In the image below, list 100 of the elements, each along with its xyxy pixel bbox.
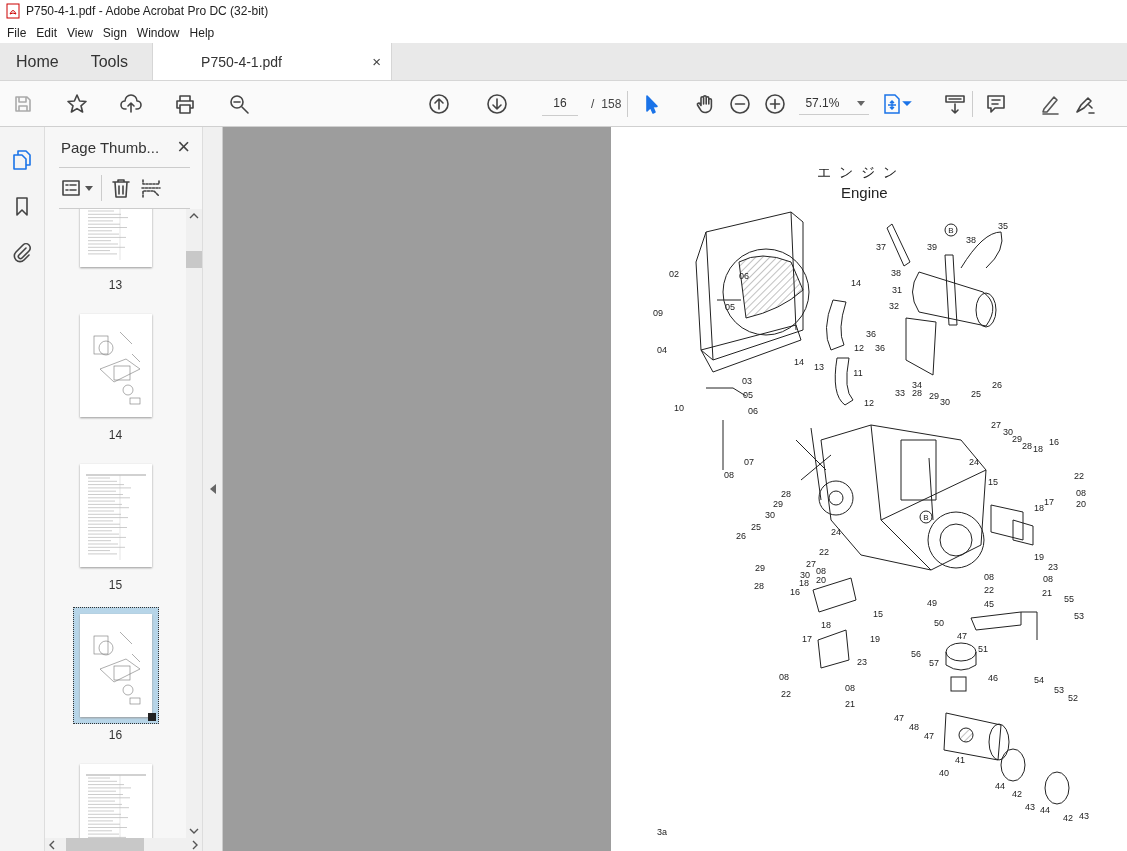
menu-item[interactable]: View bbox=[62, 25, 98, 40]
part-number: 08 bbox=[1043, 574, 1053, 584]
part-number: 34 bbox=[912, 380, 922, 390]
part-number: 23 bbox=[857, 657, 867, 667]
menu-item[interactable]: Sign bbox=[97, 25, 132, 40]
part-number: 55 bbox=[1064, 594, 1074, 604]
part-number: 52 bbox=[1068, 693, 1078, 703]
part-number: 44 bbox=[995, 781, 1005, 791]
part-number: 16 bbox=[790, 587, 800, 597]
part-number: 37 bbox=[876, 242, 886, 252]
part-number: 22 bbox=[781, 689, 791, 699]
menu-item[interactable]: Help bbox=[184, 25, 220, 40]
part-number: 33 bbox=[895, 388, 905, 398]
close-tab-button[interactable]: × bbox=[372, 53, 382, 70]
part-number: 56 bbox=[911, 649, 921, 659]
part-number: 44 bbox=[1040, 805, 1050, 815]
page-title: Engine bbox=[841, 184, 888, 201]
part-number: 49 bbox=[927, 598, 937, 608]
part-number: 06 bbox=[739, 271, 749, 281]
part-number: 17 bbox=[1044, 497, 1054, 507]
part-number: 26 bbox=[736, 531, 746, 541]
part-number: 40 bbox=[939, 768, 949, 778]
panel-title: Page Thumb... bbox=[61, 138, 160, 156]
part-number: 07 bbox=[744, 457, 754, 467]
part-number: 46 bbox=[988, 673, 998, 683]
part-number: 35 bbox=[998, 221, 1008, 231]
part-number: 31 bbox=[892, 285, 902, 295]
part-number: 12 bbox=[854, 343, 864, 353]
part-number: 12 bbox=[864, 398, 874, 408]
part-number: 47 bbox=[894, 713, 904, 723]
part-number: 54 bbox=[1034, 675, 1044, 685]
part-number: 36 bbox=[866, 329, 876, 339]
part-number: 38 bbox=[891, 268, 901, 278]
part-number: 18 bbox=[1034, 503, 1044, 513]
part-number: 45 bbox=[984, 599, 994, 609]
part-number: 47 bbox=[924, 731, 934, 741]
part-number: 28 bbox=[912, 388, 922, 398]
part-number: 19 bbox=[870, 634, 880, 644]
part-number: 09 bbox=[653, 308, 663, 318]
part-number: 29 bbox=[755, 563, 765, 573]
part-number: 28 bbox=[781, 489, 791, 499]
part-number: 21 bbox=[845, 699, 855, 709]
part-number: 51 bbox=[978, 644, 988, 654]
page-title-japanese: エ ン ジ ン bbox=[817, 164, 899, 182]
part-number: 04 bbox=[657, 345, 667, 355]
part-number: 08 bbox=[845, 683, 855, 693]
menu-item[interactable]: Edit bbox=[31, 25, 63, 40]
part-number: 16 bbox=[1049, 437, 1059, 447]
part-number: 29 bbox=[773, 499, 783, 509]
page-total: 158 bbox=[601, 96, 622, 111]
part-number: 22 bbox=[984, 585, 994, 595]
part-number: 06 bbox=[748, 406, 758, 416]
part-number: 14 bbox=[794, 357, 804, 367]
menu-item[interactable]: File bbox=[2, 25, 32, 40]
part-number: 28 bbox=[1022, 441, 1032, 451]
page-number-label: 14 bbox=[108, 428, 123, 442]
window-title: P750-4-1.pdf - Adobe Acrobat Pro DC (32-bit) bbox=[26, 4, 269, 18]
part-number: 15 bbox=[988, 477, 998, 487]
part-number: 28 bbox=[754, 581, 764, 591]
part-number: 05 bbox=[743, 390, 753, 400]
part-number: 48 bbox=[909, 722, 919, 732]
part-number: 36 bbox=[875, 343, 885, 353]
part-number: 18 bbox=[821, 620, 831, 630]
part-number: 24 bbox=[969, 457, 979, 467]
page-number-field[interactable]: 16 bbox=[542, 91, 578, 116]
part-number: 50 bbox=[934, 618, 944, 628]
part-number: 39 bbox=[927, 242, 937, 252]
part-number: 15 bbox=[873, 609, 883, 619]
part-number: 20 bbox=[816, 575, 826, 585]
part-number: 20 bbox=[1076, 499, 1086, 509]
part-number: 24 bbox=[831, 527, 841, 537]
part-number: 38 bbox=[966, 235, 976, 245]
part-number: 08 bbox=[984, 572, 994, 582]
part-number: 08 bbox=[724, 470, 734, 480]
part-number: 42 bbox=[1063, 813, 1073, 823]
part-number: 43 bbox=[1025, 802, 1035, 812]
part-number: 30 bbox=[765, 510, 775, 520]
part-number: 42 bbox=[1012, 789, 1022, 799]
part-number: 23 bbox=[1048, 562, 1058, 572]
part-number: 14 bbox=[851, 278, 861, 288]
page-number-label: 13 bbox=[108, 278, 123, 292]
part-number: 41 bbox=[955, 755, 965, 765]
close-panel-button[interactable]: × bbox=[177, 134, 190, 160]
part-number: 26 bbox=[992, 380, 1002, 390]
part-number: 05 bbox=[725, 302, 735, 312]
part-number: 57 bbox=[929, 658, 939, 668]
part-number: 22 bbox=[1074, 471, 1084, 481]
part-number: 17 bbox=[802, 634, 812, 644]
page-separator: / bbox=[591, 96, 595, 111]
part-number: 22 bbox=[819, 547, 829, 557]
page-number-label: 15 bbox=[108, 578, 123, 592]
page-number-label: 16 bbox=[108, 728, 123, 742]
part-number: 53 bbox=[1054, 685, 1064, 695]
zoom-dropdown[interactable]: 57.1% bbox=[799, 92, 870, 115]
menu-item[interactable]: Window bbox=[131, 25, 185, 40]
part-number: 08 bbox=[816, 566, 826, 576]
document-tab[interactable]: P750-4-1.pdf × bbox=[152, 43, 393, 80]
part-number: 30 bbox=[800, 570, 810, 580]
page-footer-number: 3a bbox=[657, 827, 667, 837]
part-number: 18 bbox=[799, 578, 809, 588]
